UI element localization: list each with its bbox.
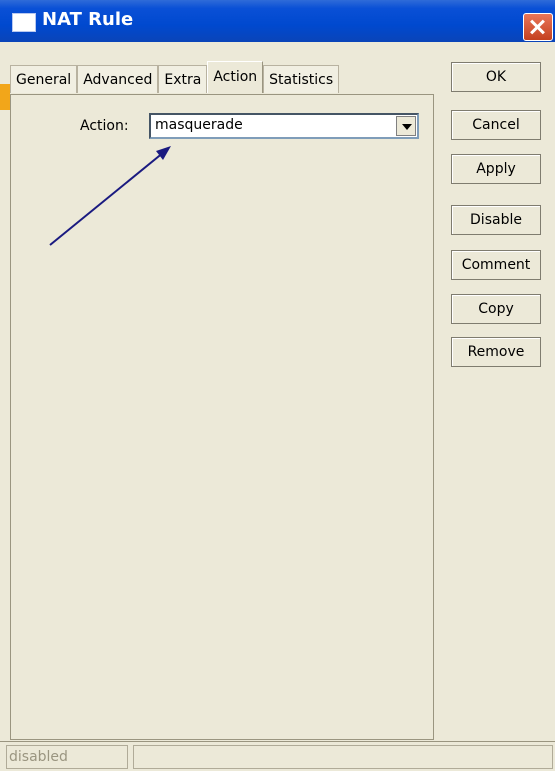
apply-button[interactable]: Apply <box>451 154 541 184</box>
action-select-value: masquerade <box>155 117 243 133</box>
tab-action[interactable]: Action <box>207 61 264 93</box>
comment-button[interactable]: Comment <box>451 250 541 280</box>
tab-statistics[interactable]: Statistics <box>263 65 340 93</box>
cancel-button[interactable]: Cancel <box>451 110 541 140</box>
status-bar: disabled <box>0 741 555 771</box>
disable-button[interactable]: Disable <box>451 205 541 235</box>
ok-button[interactable]: OK <box>451 62 541 92</box>
tab-advanced[interactable]: Advanced <box>77 65 159 93</box>
remove-button[interactable]: Remove <box>451 337 541 367</box>
action-select[interactable]: masquerade <box>149 113 419 139</box>
status-text: disabled <box>9 749 68 765</box>
window-icon <box>12 13 36 32</box>
close-button[interactable] <box>523 13 553 41</box>
background-strip <box>0 84 10 110</box>
window-title: NAT Rule <box>42 9 134 30</box>
nat-rule-window: NAT Rule General Advanced Extra Action S… <box>0 0 555 750</box>
tab-extra[interactable]: Extra <box>158 65 208 93</box>
chevron-down-icon[interactable] <box>396 116 416 136</box>
status-cell-empty <box>133 745 553 769</box>
tab-strip: General Advanced Extra Action Statistics <box>10 61 340 95</box>
action-field-label: Action: <box>80 118 129 134</box>
status-cell: disabled <box>6 745 128 769</box>
tab-general[interactable]: General <box>10 65 78 93</box>
title-bar[interactable]: NAT Rule <box>0 0 555 42</box>
action-tab-panel <box>10 94 434 740</box>
copy-button[interactable]: Copy <box>451 294 541 324</box>
